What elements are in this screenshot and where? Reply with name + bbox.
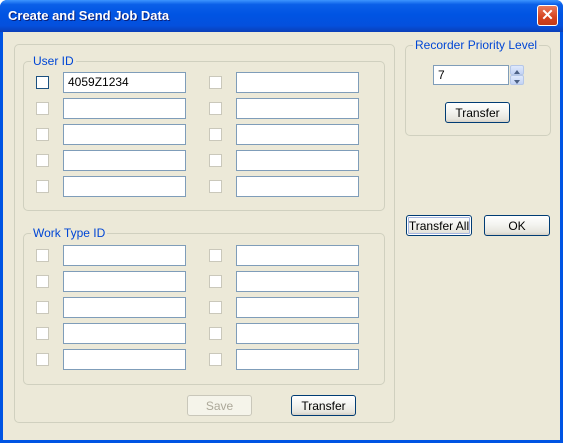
work-type-checkbox-right[interactable]	[209, 249, 222, 262]
user-id-field-right[interactable]	[236, 176, 359, 197]
work-type-checkbox-left[interactable]	[36, 249, 49, 262]
work-type-field-right[interactable]	[236, 271, 359, 292]
transfer-all-label: Transfer All	[408, 218, 470, 233]
work-type-field-left[interactable]	[63, 271, 186, 292]
work-type-field-left[interactable]	[63, 245, 186, 266]
user-id-checkbox-left[interactable]	[36, 102, 49, 115]
close-button[interactable]	[537, 5, 558, 26]
user-id-field-right[interactable]	[236, 98, 359, 119]
priority-transfer-label: Transfer	[455, 105, 500, 120]
priority-spinner	[510, 65, 524, 85]
user-id-checkbox-right[interactable]	[209, 102, 222, 115]
user-id-field-right[interactable]	[236, 150, 359, 171]
user-id-checkbox-right[interactable]	[209, 76, 222, 89]
title-bar[interactable]: Create and Send Job Data	[0, 0, 563, 32]
priority-group-label: Recorder Priority Level	[413, 38, 540, 52]
user-id-field-right[interactable]	[236, 124, 359, 145]
work-type-field-left[interactable]	[63, 297, 186, 318]
work-type-field-left[interactable]	[63, 349, 186, 370]
work-type-checkbox-right[interactable]	[209, 353, 222, 366]
user-id-field-left[interactable]	[63, 150, 186, 171]
dialog-body: User ID Work Type ID Save Transfer Recor…	[3, 32, 560, 440]
user-id-field-left[interactable]	[63, 124, 186, 145]
work-type-checkbox-left[interactable]	[36, 353, 49, 366]
user-id-field-right[interactable]	[236, 72, 359, 93]
work-type-field-right[interactable]	[236, 349, 359, 370]
dialog-window: Create and Send Job Data User ID Work Ty…	[0, 0, 563, 443]
work-type-field-right[interactable]	[236, 245, 359, 266]
work-type-field-right[interactable]	[236, 323, 359, 344]
transfer-button-label: Transfer	[301, 398, 346, 413]
user-id-checkbox-left[interactable]	[36, 76, 49, 89]
user-id-group-label: User ID	[31, 54, 76, 68]
window-title: Create and Send Job Data	[8, 8, 170, 23]
user-id-field-left[interactable]	[63, 176, 186, 197]
user-id-checkbox-right[interactable]	[209, 154, 222, 167]
spin-down-button[interactable]	[510, 75, 524, 85]
transfer-button[interactable]: Transfer	[291, 395, 356, 416]
priority-transfer-button[interactable]: Transfer	[445, 102, 510, 123]
user-id-checkbox-left[interactable]	[36, 180, 49, 193]
work-type-group-label: Work Type ID	[31, 226, 108, 240]
ok-button[interactable]: OK	[484, 215, 550, 236]
work-type-checkbox-right[interactable]	[209, 301, 222, 314]
user-id-field-left[interactable]: 4059Z1234	[63, 72, 186, 93]
work-type-checkbox-left[interactable]	[36, 301, 49, 314]
user-id-field-left[interactable]	[63, 98, 186, 119]
work-type-field-right[interactable]	[236, 297, 359, 318]
priority-level-input[interactable]: 7	[433, 65, 509, 85]
work-type-checkbox-right[interactable]	[209, 275, 222, 288]
user-id-checkbox-left[interactable]	[36, 154, 49, 167]
work-type-field-left[interactable]	[63, 323, 186, 344]
user-id-checkbox-left[interactable]	[36, 128, 49, 141]
work-type-checkbox-left[interactable]	[36, 275, 49, 288]
save-button-label: Save	[205, 398, 234, 413]
arrow-down-icon	[514, 73, 520, 87]
work-type-checkbox-right[interactable]	[209, 327, 222, 340]
transfer-all-button[interactable]: Transfer All	[406, 215, 472, 236]
close-icon	[542, 9, 553, 23]
save-button[interactable]: Save	[187, 395, 252, 416]
user-id-checkbox-right[interactable]	[209, 128, 222, 141]
ok-button-label: OK	[508, 218, 526, 233]
work-type-checkbox-left[interactable]	[36, 327, 49, 340]
user-id-checkbox-right[interactable]	[209, 180, 222, 193]
